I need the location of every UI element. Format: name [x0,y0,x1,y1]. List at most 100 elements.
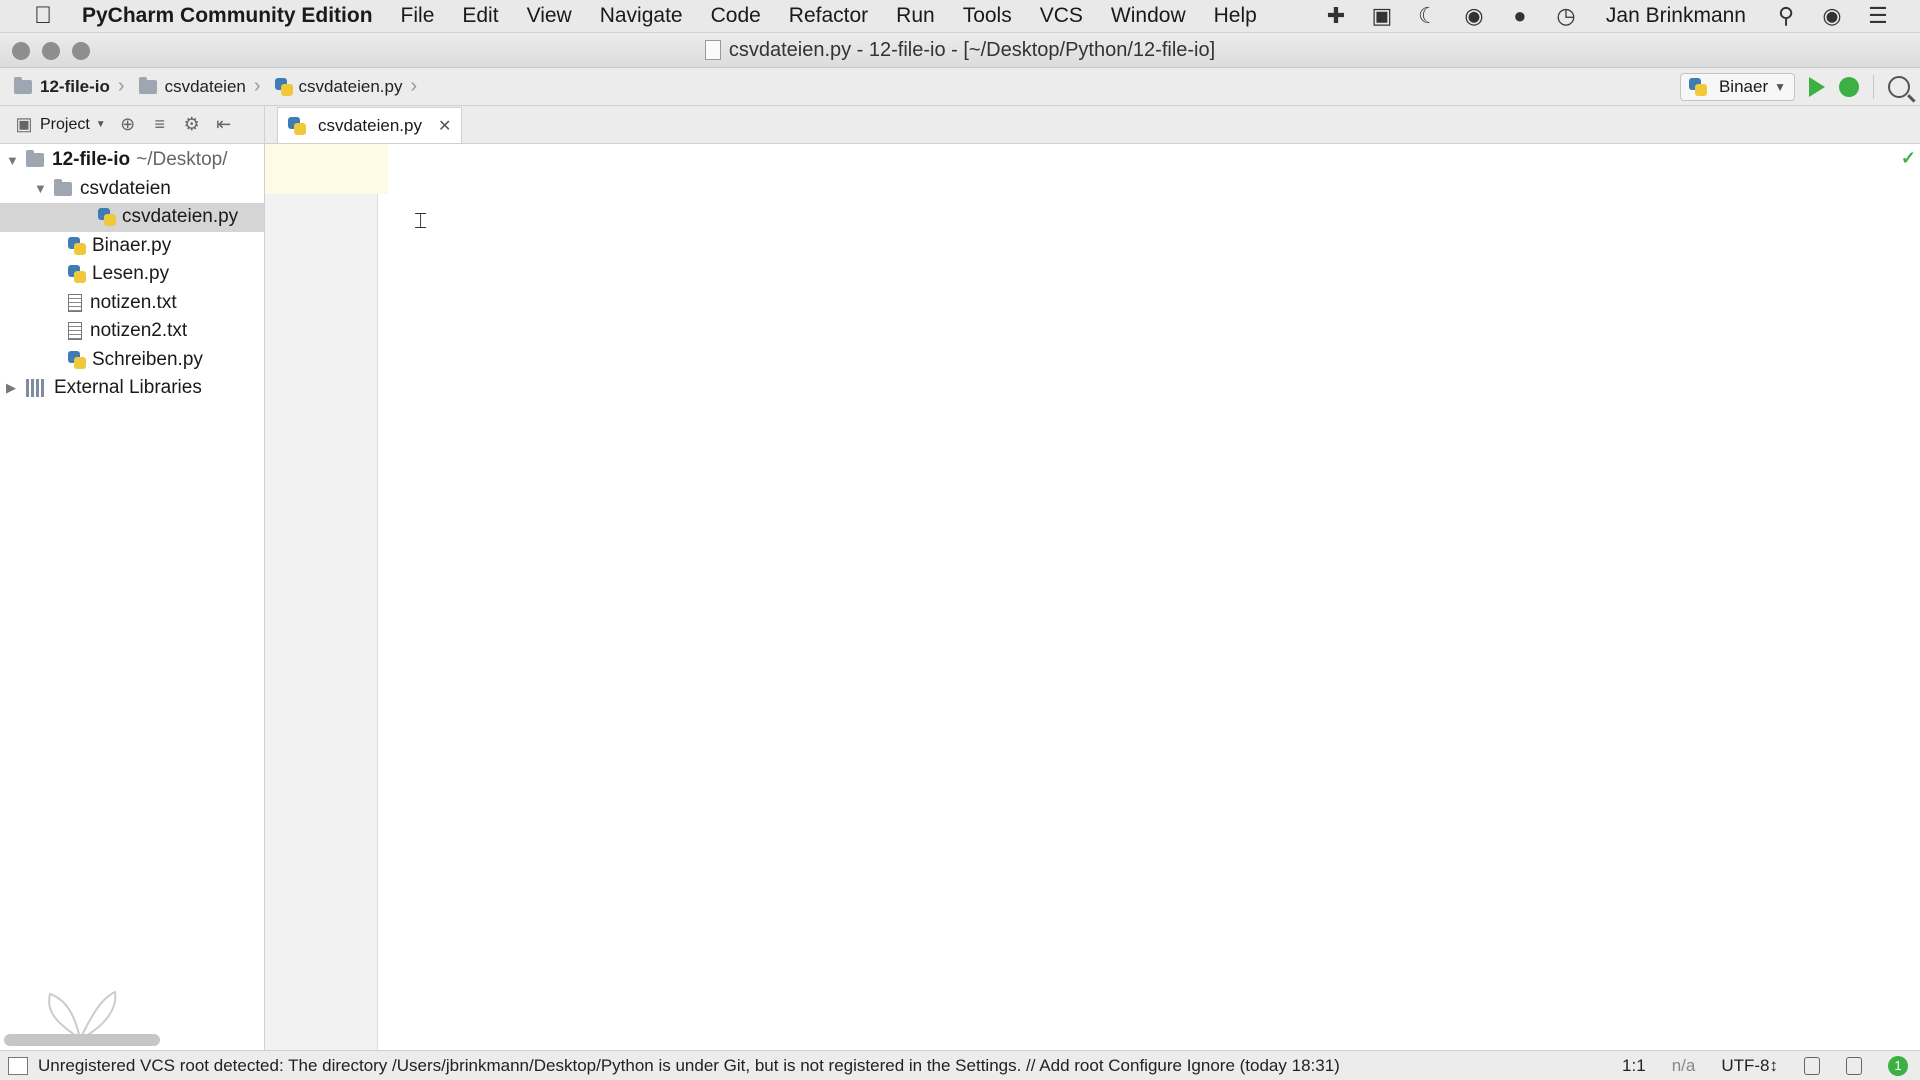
python-file-icon [1688,77,1707,96]
editor-tab[interactable]: csvdateien.py ✕ [277,107,463,143]
siri-icon[interactable]: ◉ [1818,3,1846,28]
spotlight-search-icon[interactable]: ⚲ [1772,3,1800,28]
document-icon [704,40,721,60]
line-separator-indicator[interactable]: n/a [1672,1056,1696,1076]
text-file-icon [68,322,82,341]
text-file-icon [68,293,82,312]
app-name-menu[interactable]: PyCharm Community Edition [82,4,373,28]
horizontal-scrollbar[interactable] [4,1034,160,1046]
tree-libraries-label: External Libraries [54,377,202,399]
menu-file[interactable]: File [401,4,435,28]
breadcrumb-project-label: 12-file-io [40,76,110,96]
notifications-icon[interactable]: 1 [1888,1055,1908,1076]
menu-help[interactable]: Help [1214,4,1257,28]
breadcrumb-folder-label: csvdateien [164,76,246,96]
menu-window[interactable]: Window [1111,4,1186,28]
python-file-icon [288,116,306,135]
tool-windows-toggle-icon[interactable] [8,1056,28,1075]
menu-refactor[interactable]: Refactor [789,4,868,28]
chevron-down-icon[interactable]: ▼ [34,181,48,196]
library-icon [26,379,46,398]
macos-menu-bar:  PyCharm Community Edition File Edit Vi… [0,0,1920,33]
file-encoding[interactable]: UTF-8↕ [1721,1056,1778,1076]
tree-file-label: notizen.txt [90,291,177,313]
notification-center-icon[interactable]: ☰ [1864,3,1892,28]
menu-code[interactable]: Code [711,4,761,28]
navigation-bar: 12-file-io › csvdateien › csvdateien.py … [0,68,1920,106]
navbar-actions: Binaer ▼ [1679,72,1910,101]
tree-item-file[interactable]: notizen.txt [0,289,264,318]
close-tab-icon[interactable]: ✕ [438,116,451,136]
debug-icon[interactable] [1839,76,1859,97]
inspection-ok-icon[interactable]: ✓ [1901,148,1916,169]
user-name[interactable]: Jan Brinkmann [1606,4,1746,28]
chevron-right-icon[interactable]: ▶ [6,380,20,396]
python-file-icon [68,236,86,255]
tree-item-external-libraries[interactable]: ▶ External Libraries [0,374,264,403]
menu-tools[interactable]: Tools [963,4,1012,28]
media-icon[interactable]: ▣ [1368,3,1396,28]
breadcrumb-file-label: csvdateien.py [298,76,403,96]
lock-icon[interactable] [1804,1056,1820,1075]
menu-navigate[interactable]: Navigate [600,4,683,28]
camera-icon[interactable]: ◉ [1460,3,1488,28]
folder-icon [138,76,157,94]
breadcrumb-file[interactable]: csvdateien.py › [261,75,417,98]
chevron-down-icon[interactable]: ▼ [6,153,20,168]
tree-file-label: csvdateien.py [122,206,239,228]
caret-position[interactable]: 1:1 [1622,1056,1646,1076]
current-line-highlight [378,144,388,194]
run-icon[interactable] [1809,76,1825,97]
project-tree: ▼ 12-file-io ~/Desktop/ ▼ csvdateien csv… [0,144,264,403]
tree-item-file[interactable]: notizen2.txt [0,317,264,346]
tree-file-label: Lesen.py [92,263,170,285]
tree-file-label: Binaer.py [92,234,172,256]
minimize-window-button[interactable] [42,42,60,60]
code-editor[interactable]: ⌶ ✓ [378,144,1920,1050]
tree-item-selected-file[interactable]: csvdateien.py [0,203,264,232]
menu-vcs[interactable]: VCS [1040,4,1083,28]
window-controls [12,42,90,60]
project-view-label: Project [40,115,90,133]
history-icon[interactable]: ◷ [1552,3,1580,28]
menu-edit[interactable]: Edit [462,4,498,28]
project-toolbar: ▣ Project ▼ ⊕ ≡ ⚙ ⇤ [0,106,264,144]
scroll-from-source-icon[interactable]: ⊕ [118,114,138,135]
hide-panel-icon[interactable]: ⇤ [214,114,234,135]
window-title: csvdateien.py - 12-file-io - [~/Desktop/… [704,38,1216,62]
run-configuration-label: Binaer [1718,76,1769,96]
window-title-text: csvdateien.py - 12-file-io - [~/Desktop/… [728,38,1216,61]
status-message[interactable]: Unregistered VCS root detected: The dire… [38,1056,1340,1076]
breadcrumb-folder[interactable]: csvdateien › [125,75,261,98]
tree-item-folder[interactable]: ▼ csvdateien [0,175,264,204]
breadcrumb-project[interactable]: 12-file-io › [0,75,125,98]
zoom-window-button[interactable] [72,42,90,60]
moon-icon[interactable]: ☾ [1414,3,1442,28]
close-window-button[interactable] [12,42,30,60]
tree-file-label: Schreiben.py [92,348,203,370]
text-cursor-icon: ⌶ [414,208,428,233]
tree-item-file[interactable]: Lesen.py [0,260,264,289]
editor-tab-bar: csvdateien.py ✕ [265,106,1920,144]
menu-view[interactable]: View [527,4,572,28]
search-everywhere-icon[interactable] [1888,75,1910,98]
tree-item-file[interactable]: Schreiben.py [0,346,264,375]
project-view-selector[interactable]: ▣ Project ▼ [14,114,105,135]
run-configuration-dropdown[interactable]: Binaer ▼ [1679,72,1795,101]
status-bar: Unregistered VCS root detected: The dire… [0,1050,1920,1080]
tree-item-file[interactable]: Binaer.py [0,232,264,261]
apple-menu-icon[interactable]:  [28,2,58,30]
editor-gutter[interactable] [265,144,378,1050]
tree-file-label: notizen2.txt [90,320,188,342]
inspector-icon[interactable] [1846,1056,1862,1075]
chevron-right-icon: › [117,75,125,97]
chevron-right-icon: › [253,75,261,97]
chat-icon[interactable]: ● [1506,3,1534,28]
gear-icon[interactable]: ⚙ [182,114,202,135]
python-file-icon [98,208,116,227]
menu-run[interactable]: Run [896,4,935,28]
plugin-icon[interactable]: ✚ [1322,3,1350,28]
collapse-all-icon[interactable]: ≡ [150,114,170,135]
tree-item-root[interactable]: ▼ 12-file-io ~/Desktop/ [0,146,264,175]
tree-folder-label: csvdateien [80,177,171,199]
